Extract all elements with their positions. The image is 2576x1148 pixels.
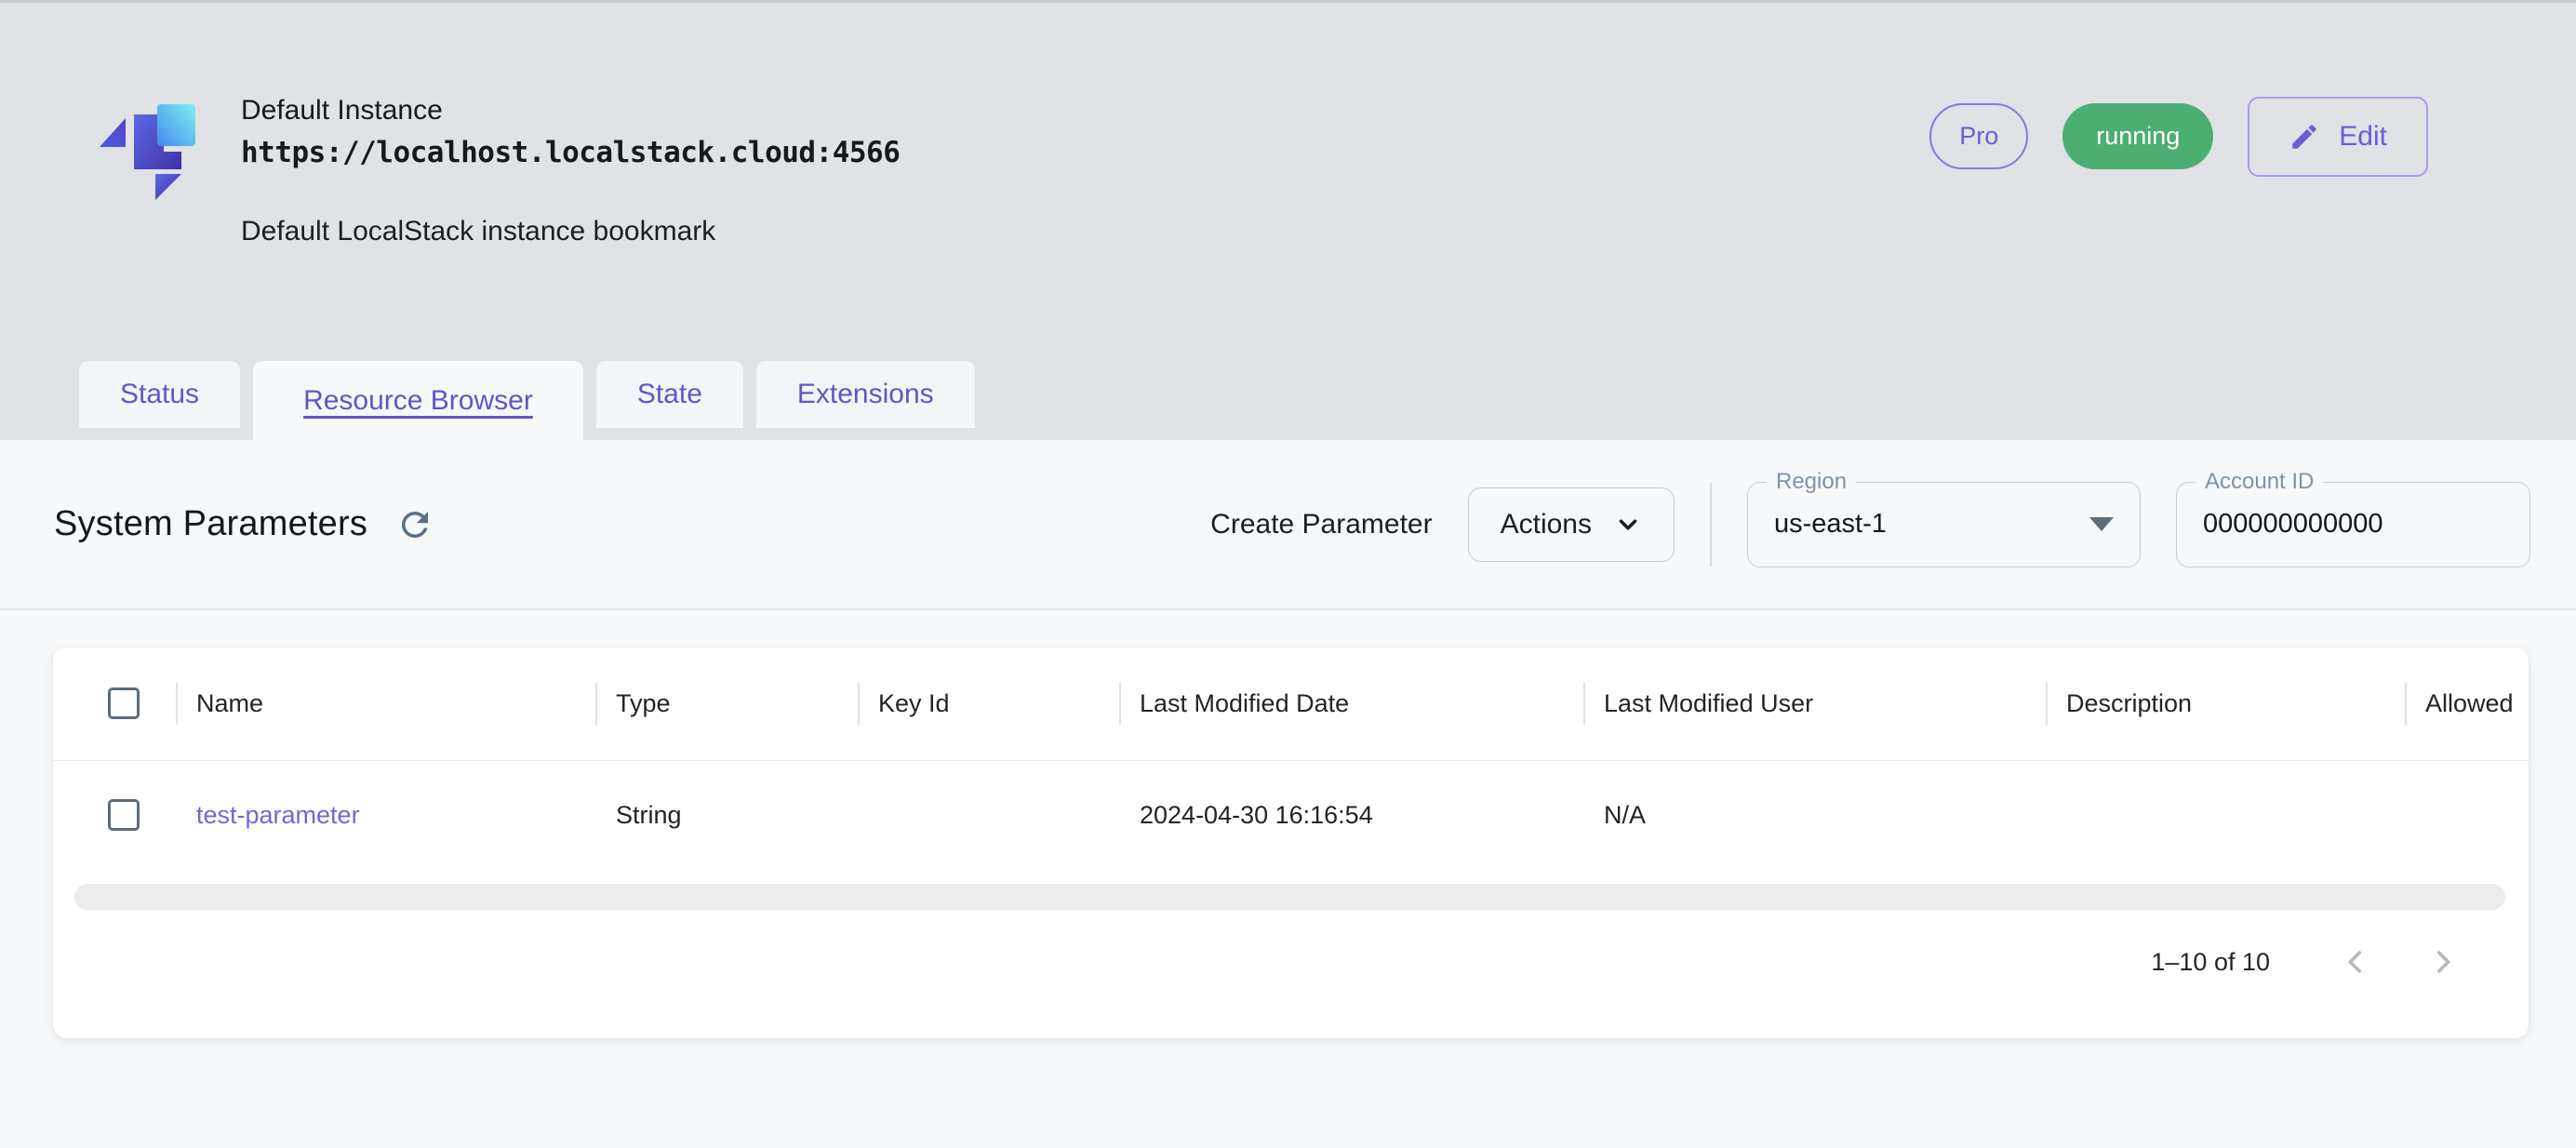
status-badge: running — [2062, 103, 2213, 169]
edit-instance-button[interactable]: Edit — [2248, 97, 2428, 177]
parameter-last-modified-date-cell: 2024-04-30 16:16:54 — [1119, 761, 1583, 869]
create-parameter-button[interactable]: Create Parameter — [1210, 509, 1432, 541]
chevron-down-icon — [1614, 511, 1642, 539]
select-all-checkbox[interactable] — [108, 687, 140, 719]
parameter-last-modified-user-cell: N/A — [1583, 761, 2046, 869]
column-header-type[interactable]: Type — [595, 647, 858, 760]
next-page-button[interactable] — [2421, 940, 2465, 984]
localstack-logo-icon — [88, 93, 209, 219]
row-checkbox[interactable] — [108, 799, 140, 831]
column-header-name[interactable]: Name — [176, 647, 595, 760]
instance-description: Default LocalStack instance bookmark — [241, 216, 900, 247]
region-value: us-east-1 — [1774, 509, 1887, 540]
region-label: Region — [1767, 469, 1856, 496]
horizontal-scrollbar-track — [74, 884, 2505, 910]
chevron-left-icon — [2340, 946, 2371, 978]
tab-status[interactable]: Status — [79, 361, 240, 428]
tab-state[interactable]: State — [596, 361, 743, 428]
tab-extensions[interactable]: Extensions — [756, 361, 975, 428]
actions-label: Actions — [1501, 509, 1592, 541]
column-header-key-id[interactable]: Key Id — [858, 647, 1119, 760]
parameter-name-link[interactable]: test-parameter — [176, 761, 595, 869]
parameter-key-id-cell — [858, 761, 1119, 869]
table-header-row: Name Type Key Id Last Modified Date Last… — [53, 647, 2529, 760]
parameter-description-cell — [2046, 761, 2405, 869]
edit-button-label: Edit — [2339, 121, 2387, 153]
account-id-field[interactable]: Account ID 000000000000 — [2176, 482, 2530, 567]
parameters-table-card: Name Type Key Id Last Modified Date Last… — [53, 647, 2529, 1039]
pagination-range-label: 1–10 of 10 — [2151, 948, 2270, 977]
instance-header: Default Instance https://localhost.local… — [0, 3, 2576, 440]
tab-resource-browser[interactable]: Resource Browser — [253, 361, 583, 440]
column-header-description[interactable]: Description — [2046, 647, 2405, 760]
refresh-icon — [395, 505, 434, 544]
table-row: test-parameter String 2024-04-30 16:16:5… — [53, 761, 2529, 869]
instance-tabs: Status Resource Browser State Extensions — [79, 361, 975, 440]
account-id-value: 000000000000 — [2203, 509, 2383, 540]
resource-browser-panel: System Parameters Create Parameter Actio… — [0, 440, 2576, 1038]
instance-title: Default Instance — [241, 93, 900, 128]
refresh-button[interactable] — [395, 505, 434, 544]
actions-dropdown-button[interactable]: Actions — [1468, 487, 1675, 562]
dropdown-caret-icon — [2089, 517, 2114, 531]
chevron-right-icon — [2427, 946, 2459, 978]
parameter-allowed-cell — [2405, 761, 2529, 869]
region-select[interactable]: Region us-east-1 — [1747, 482, 2141, 567]
toolbar-divider — [1710, 483, 1712, 567]
table-pagination: 1–10 of 10 — [53, 910, 2529, 1014]
column-header-allowed[interactable]: Allowed — [2405, 647, 2529, 760]
pencil-icon — [2289, 121, 2320, 153]
horizontal-scrollbar-thumb[interactable] — [74, 884, 2505, 910]
toolbar-bottom-divider — [0, 608, 2576, 610]
plan-badge: Pro — [1929, 103, 2028, 169]
column-header-last-modified-user[interactable]: Last Modified User — [1583, 647, 2046, 760]
previous-page-button[interactable] — [2333, 940, 2378, 984]
resource-toolbar: System Parameters Create Parameter Actio… — [0, 440, 2576, 608]
page-title: System Parameters — [54, 504, 367, 544]
column-header-last-modified-date[interactable]: Last Modified Date — [1119, 647, 1583, 760]
instance-url: https://localhost.localstack.cloud:4566 — [241, 136, 900, 169]
account-id-label: Account ID — [2196, 469, 2323, 496]
parameter-type-cell: String — [595, 761, 858, 869]
